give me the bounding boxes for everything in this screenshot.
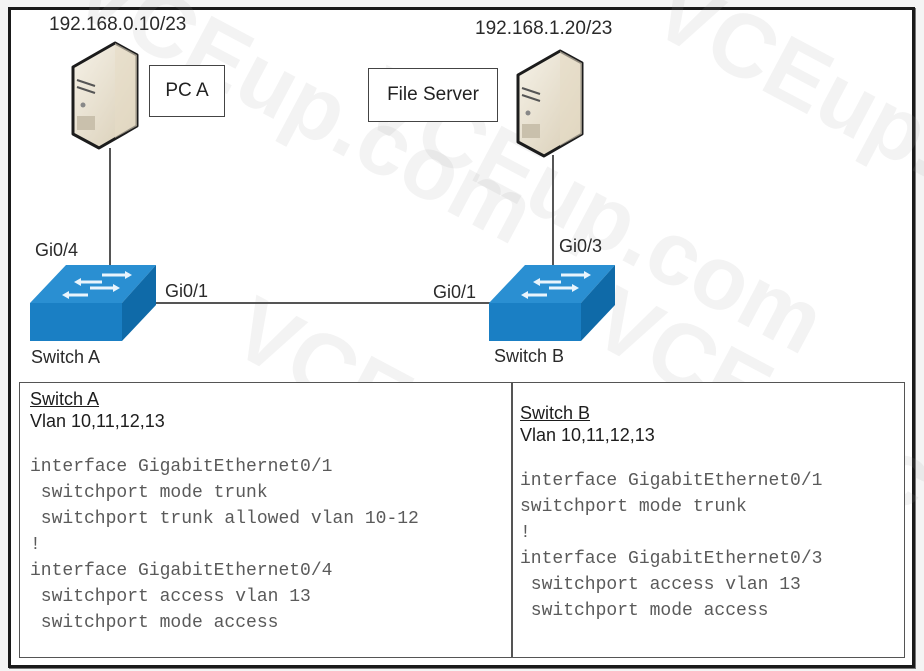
switch-b-vlan-list: Vlan 10,11,12,13 bbox=[520, 425, 655, 445]
config-table: Switch A Vlan 10,11,12,13 interface Giga… bbox=[19, 382, 905, 658]
switch-icon bbox=[30, 265, 156, 341]
switch-a-vlan-list: Vlan 10,11,12,13 bbox=[30, 411, 165, 431]
file-server-ip-label: 192.168.1.20/23 bbox=[475, 18, 613, 39]
server-tower-icon bbox=[516, 49, 584, 158]
config-line: interface GigabitEthernet0/3 bbox=[520, 549, 823, 569]
config-divider bbox=[511, 383, 513, 657]
config-line: switchport mode trunk bbox=[30, 483, 268, 503]
config-line: interface GigabitEthernet0/1 bbox=[520, 471, 823, 491]
config-line: ! bbox=[30, 535, 41, 555]
config-line: switchport trunk allowed vlan 10-12 bbox=[30, 509, 419, 529]
config-line: switchport mode trunk bbox=[520, 497, 747, 517]
switch-b-config-lines: interface GigabitEthernet0/1 switchport … bbox=[520, 468, 822, 624]
config-line: switchport mode access bbox=[30, 613, 279, 633]
switch-a-config-lines: interface GigabitEthernet0/1 switchport … bbox=[30, 454, 419, 636]
switch-b-config-title: Switch B bbox=[520, 403, 591, 423]
config-line: switchport mode access bbox=[520, 601, 769, 621]
config-line: ! bbox=[520, 523, 531, 543]
pc-a-ip-label: 192.168.0.10/23 bbox=[49, 14, 187, 35]
switch-b-port-gi0-3: Gi0/3 bbox=[559, 236, 603, 256]
config-line: switchport access vlan 13 bbox=[520, 575, 801, 595]
switch-icon bbox=[489, 265, 615, 341]
link-pc-a-switch-a bbox=[109, 148, 111, 268]
switch-b-config: Switch B Vlan 10,11,12,13 interface Giga… bbox=[520, 403, 822, 624]
config-line: switchport access vlan 13 bbox=[30, 587, 311, 607]
switch-a-config-title: Switch A bbox=[30, 389, 100, 409]
watermark: VCEup.com bbox=[637, 0, 924, 284]
switch-a-port-gi0-1: Gi0/1 bbox=[165, 281, 209, 301]
file-server-label: File Server bbox=[368, 68, 498, 122]
switch-a-name: Switch A bbox=[31, 347, 101, 367]
link-file-server-switch-b bbox=[552, 155, 554, 268]
switch-a-port-gi0-4: Gi0/4 bbox=[35, 240, 79, 260]
switch-a-config: Switch A Vlan 10,11,12,13 interface Giga… bbox=[30, 389, 419, 636]
switch-b-name: Switch B bbox=[494, 346, 565, 366]
pc-tower-icon bbox=[71, 41, 139, 150]
config-line: interface GigabitEthernet0/4 bbox=[30, 561, 333, 581]
config-line: interface GigabitEthernet0/1 bbox=[30, 457, 333, 477]
switch-b-port-gi0-1: Gi0/1 bbox=[433, 282, 477, 302]
pc-a-label: PC A bbox=[149, 65, 225, 117]
